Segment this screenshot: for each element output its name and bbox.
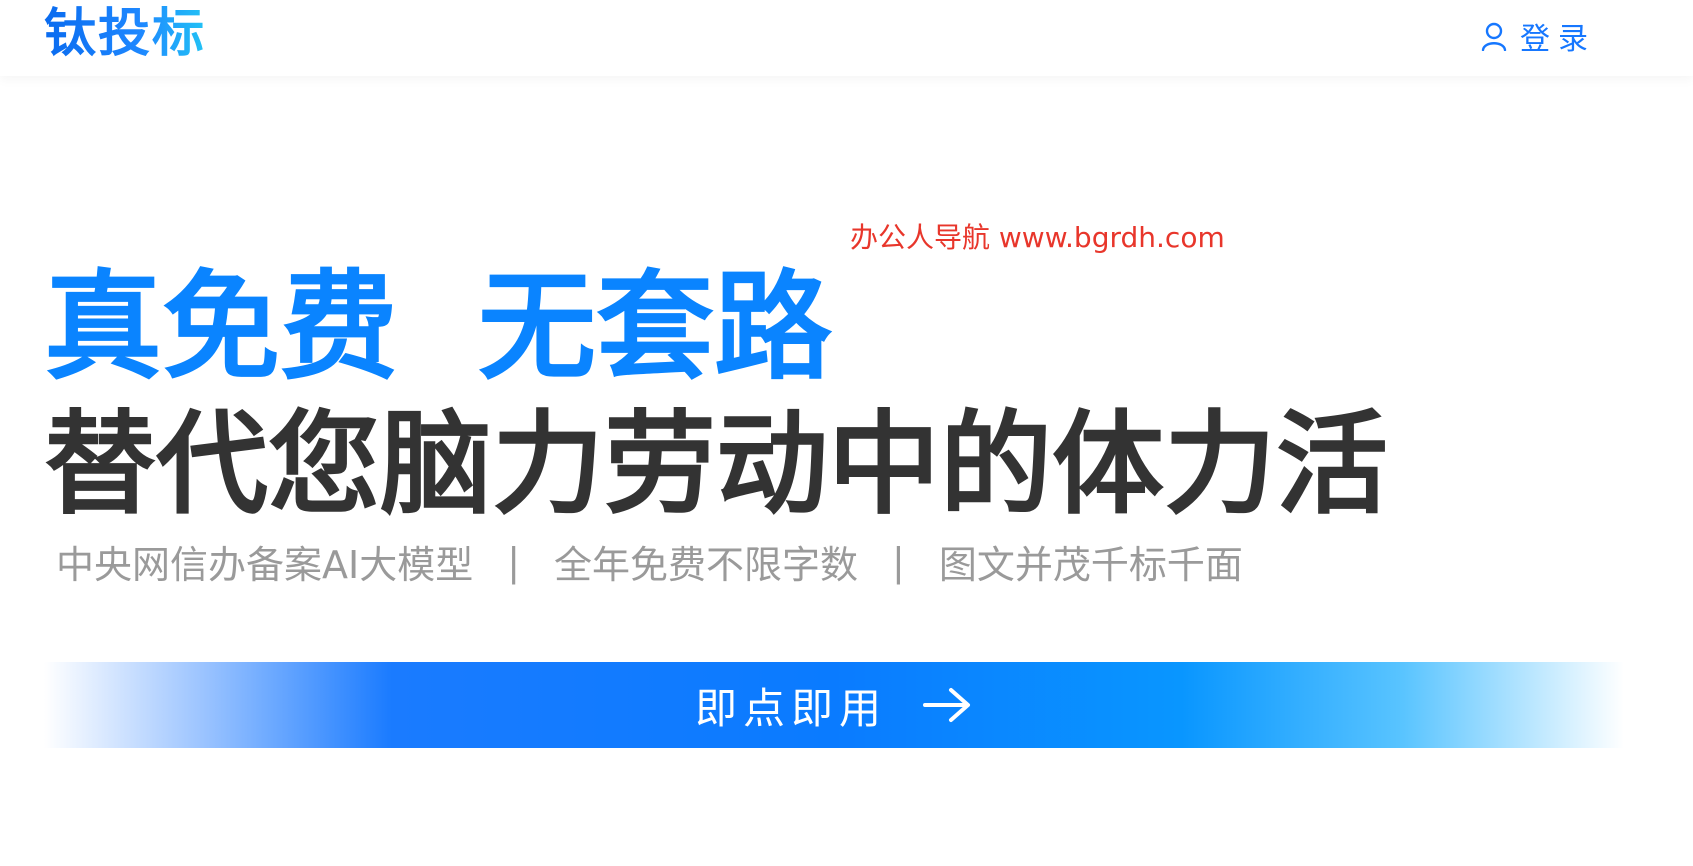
hero-subheadline: 替代您脑力劳动中的体力活 — [44, 400, 1388, 530]
login-label: 登录 — [1520, 22, 1596, 57]
user-icon — [1481, 22, 1507, 51]
feature-list: 中央网信办备案AI大模型 | 全年免费不限字数 | 图文并茂千标千面 — [56, 534, 1243, 589]
headline-no-tricks: 无套路 — [478, 258, 833, 396]
feature-item: 全年免费不限字数 — [554, 543, 859, 587]
hero-headline: 真免费 无套路 — [44, 262, 832, 392]
feature-item: 中央网信办备案AI大模型 — [56, 543, 474, 587]
top-header: 钛投标 登录 — [0, 0, 1693, 76]
arrow-right-icon — [923, 688, 970, 722]
cta-label: 即点即用 — [694, 683, 887, 733]
start-now-button[interactable]: 即点即用 — [44, 662, 1624, 748]
feature-separator: | — [892, 539, 905, 584]
feature-item: 图文并茂千标千面 — [938, 543, 1243, 587]
watermark-text: 办公人导航 www.bgrdh.com — [850, 221, 1225, 254]
headline-free: 真免费 — [44, 258, 399, 396]
brand-logo[interactable]: 钛投标 — [44, 4, 206, 64]
login-button[interactable]: 登录 — [1480, 16, 1596, 57]
feature-separator: | — [507, 539, 521, 584]
